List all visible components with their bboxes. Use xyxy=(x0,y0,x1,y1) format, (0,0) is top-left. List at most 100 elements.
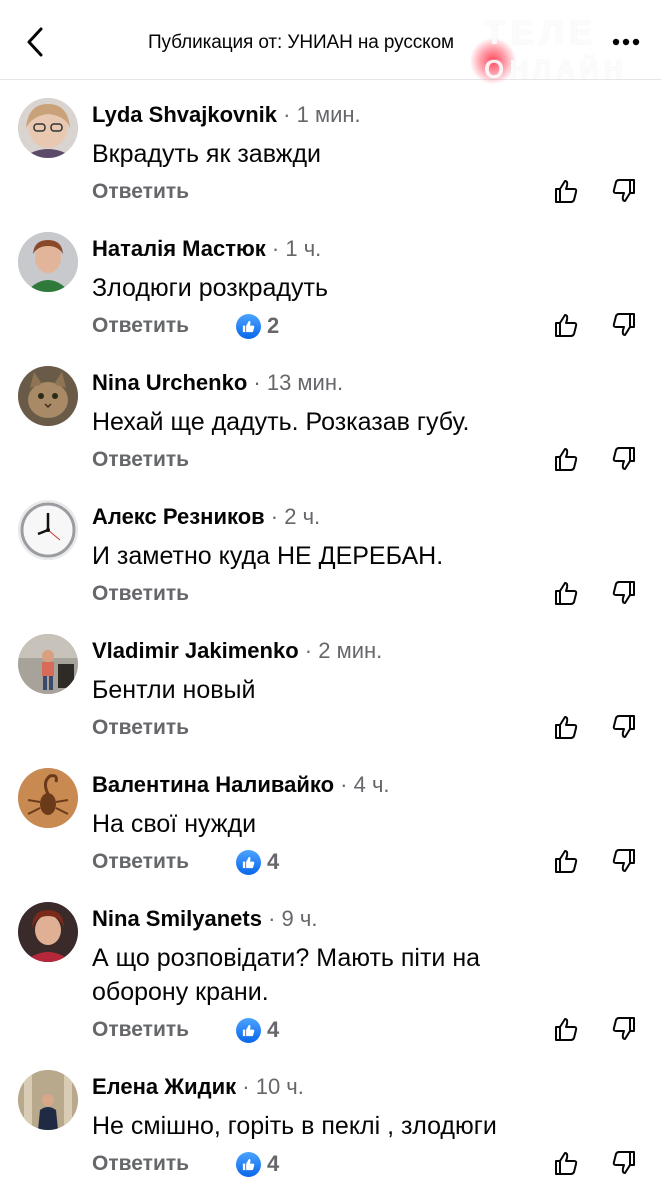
watermark-line-2: ОНЛАЙН xyxy=(484,54,628,84)
comment-separator: · xyxy=(334,772,354,797)
thumbs-up-icon xyxy=(555,1152,578,1175)
downvote-button[interactable] xyxy=(609,176,639,206)
more-options-button[interactable] xyxy=(608,30,644,54)
avatar[interactable] xyxy=(18,1070,78,1130)
downvote-button[interactable] xyxy=(609,310,639,340)
avatar[interactable] xyxy=(18,768,78,828)
comment-header: Nina Smilyanets · 9 ч. xyxy=(92,906,317,932)
downvote-button[interactable] xyxy=(609,846,639,876)
chevron-left-icon xyxy=(27,27,43,57)
comment-time: 2 ч. xyxy=(284,504,321,529)
comment-author[interactable]: Vladimir Jakimenko xyxy=(92,638,299,663)
back-button[interactable] xyxy=(20,24,50,60)
comment-time: 4 ч. xyxy=(353,772,390,797)
comment-time: 1 ч. xyxy=(285,236,322,261)
comment-separator: · xyxy=(277,102,297,127)
upvote-button[interactable] xyxy=(551,310,581,340)
thumbs-down-icon xyxy=(612,1151,635,1174)
reaction-summary[interactable]: 2 xyxy=(236,313,279,339)
comment-text: Злодюги розкрадуть xyxy=(92,274,328,302)
like-count: 4 xyxy=(267,1017,280,1042)
downvote-button[interactable] xyxy=(609,444,639,474)
reaction-summary[interactable]: 4 xyxy=(236,849,279,875)
comment-separator: · xyxy=(247,370,267,395)
like-count: 2 xyxy=(267,313,280,338)
comment-separator: · xyxy=(264,504,285,529)
reply-button[interactable]: Ответить xyxy=(92,448,189,472)
avatar[interactable] xyxy=(18,366,78,426)
reaction-summary[interactable]: 4 xyxy=(236,1017,279,1043)
thumbs-down-icon xyxy=(612,849,635,872)
comment-time: 10 ч. xyxy=(255,1074,304,1099)
comment-header: Наталія Мастюк · 1 ч. xyxy=(92,236,321,262)
comment-separator: · xyxy=(265,236,286,261)
like-count: 4 xyxy=(267,849,280,874)
avatar[interactable] xyxy=(18,232,78,292)
reply-button[interactable]: Ответить xyxy=(92,1152,189,1176)
comment-time: 13 мин. xyxy=(266,370,344,395)
avatar[interactable] xyxy=(18,500,78,560)
comment-time: 1 мин. xyxy=(296,102,361,127)
thumbs-down-icon xyxy=(612,581,635,604)
thumbs-up-icon xyxy=(555,850,578,873)
comment-time: 9 ч. xyxy=(281,906,318,931)
like-reaction-icon xyxy=(236,1151,261,1177)
downvote-button[interactable] xyxy=(609,712,639,742)
comment-header: Lyda Shvajkovnik · 1 мин. xyxy=(92,102,361,128)
comment-text: На свої нужди xyxy=(92,810,257,838)
more-dots-icon xyxy=(612,38,640,46)
comment-text: Не смішно, горіть в пеклі , злодюги xyxy=(92,1112,497,1140)
downvote-button[interactable] xyxy=(609,578,639,608)
upvote-button[interactable] xyxy=(551,712,581,742)
thumbs-up-icon xyxy=(555,1018,578,1041)
downvote-button[interactable] xyxy=(609,1014,639,1044)
comment-time: 2 мин. xyxy=(318,638,383,663)
comment-text: Нехай ще дадуть. Розказав губу. xyxy=(92,408,470,436)
comment-header: Алекс Резников · 2 ч. xyxy=(92,504,320,530)
thumbs-down-icon xyxy=(612,447,635,470)
reply-button[interactable]: Ответить xyxy=(92,716,189,740)
like-reaction-icon xyxy=(236,1017,261,1043)
comment-text: И заметно куда НЕ ДЕРЕБАН. xyxy=(92,542,444,570)
upvote-button[interactable] xyxy=(551,578,581,608)
thumbs-down-icon xyxy=(612,179,635,202)
avatar[interactable] xyxy=(18,634,78,694)
comment-author[interactable]: Елена Жидик xyxy=(92,1074,236,1099)
upvote-button[interactable] xyxy=(551,1014,581,1044)
comment-author[interactable]: Валентина Наливайко xyxy=(92,772,334,797)
thumbs-up-icon xyxy=(555,314,578,337)
avatar[interactable] xyxy=(18,98,78,158)
thumbs-up-icon xyxy=(555,582,578,605)
comment-header: Елена Жидик · 10 ч. xyxy=(92,1074,304,1100)
reply-button[interactable]: Ответить xyxy=(92,850,189,874)
reply-button[interactable]: Ответить xyxy=(92,314,189,338)
downvote-button[interactable] xyxy=(609,1148,639,1178)
reaction-summary[interactable]: 4 xyxy=(236,1151,279,1177)
reply-button[interactable]: Ответить xyxy=(92,1018,189,1042)
comment-separator: · xyxy=(261,906,282,931)
upvote-button[interactable] xyxy=(551,846,581,876)
upvote-button[interactable] xyxy=(551,444,581,474)
upvote-button[interactable] xyxy=(551,176,581,206)
comment-author[interactable]: Наталія Мастюк xyxy=(92,236,266,261)
comment-author[interactable]: Lyda Shvajkovnik xyxy=(92,102,277,127)
like-reaction-icon xyxy=(236,313,261,339)
reply-button[interactable]: Ответить xyxy=(92,180,189,204)
reply-button[interactable]: Ответить xyxy=(92,582,189,606)
comment-author[interactable]: Nina Smilyanets xyxy=(92,906,262,931)
thumbs-down-icon xyxy=(612,715,635,738)
like-reaction-icon xyxy=(236,849,261,875)
thumbs-up-icon xyxy=(555,716,578,739)
upvote-button[interactable] xyxy=(551,1148,581,1178)
comment-separator: · xyxy=(236,1074,256,1099)
comment-header: Валентина Наливайко · 4 ч. xyxy=(92,772,390,798)
avatar[interactable] xyxy=(18,902,78,962)
thumbs-up-icon xyxy=(555,180,578,203)
page-title: Публикация от: УНИАН на русском xyxy=(148,32,455,53)
top-bar: Публикация от: УНИАН на русском ТЕЛЕ ОНЛ… xyxy=(0,0,661,84)
comment-text: Вкрадуть як завжди xyxy=(92,140,321,168)
comment-author[interactable]: Алекс Резников xyxy=(92,504,265,529)
comment-header: Nina Urchenko · 13 мин. xyxy=(92,370,343,396)
comment-separator: · xyxy=(298,638,319,663)
comment-author[interactable]: Nina Urchenko xyxy=(92,370,247,395)
